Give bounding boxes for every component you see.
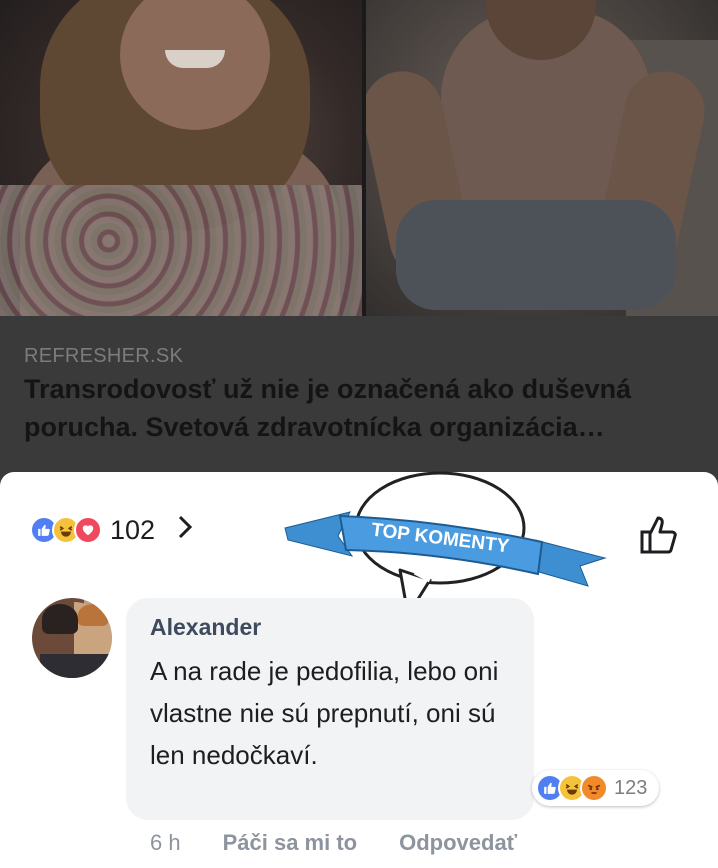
article-source: REFRESHER.SK [24,345,184,367]
article-image-left[interactable] [0,0,362,316]
love-icon [74,516,102,544]
article-headline[interactable]: Transrodovosť už nie je označená ako duš… [24,370,704,446]
avatar[interactable] [32,598,112,678]
floral-blouse [0,185,362,316]
reaction-count: 102 [110,514,156,545]
woman-smile [165,50,225,68]
angry-icon [580,774,608,802]
man-jeans [396,200,676,310]
comment-text: A na rade je pedofilia, lebo oni vlastne… [150,656,499,770]
comment-timestamp: 6 h [150,830,181,855]
comment-reactions[interactable]: 123 [532,770,660,806]
reply-button[interactable]: Odpovedať [399,830,517,856]
post-reactions-summary[interactable]: 102 [30,510,193,550]
like-comment-button[interactable]: Páči sa mi to [223,830,358,856]
comment-author[interactable]: Alexander [150,614,261,641]
article-image-right[interactable] [366,0,718,316]
comment-reaction-count: 123 [614,776,648,799]
like-button-icon[interactable] [636,512,680,556]
comment-actions: 6 h Páči sa mi to Odpovedať [150,830,517,856]
chevron-right-icon[interactable] [177,514,193,547]
